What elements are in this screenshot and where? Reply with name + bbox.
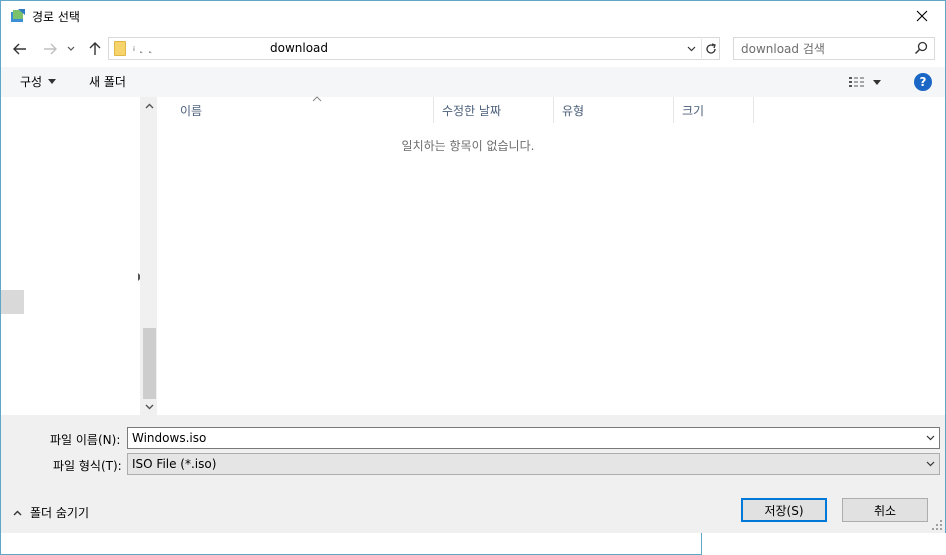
caret-down-icon [873, 79, 881, 85]
window-title: 경로 선택 [32, 10, 80, 24]
sort-ascending-icon [312, 96, 322, 102]
nav-selected-item[interactable] [1, 290, 24, 314]
chevron-down-icon [67, 46, 75, 51]
arrow-right-icon [44, 43, 57, 55]
background-window-edge [0, 533, 702, 555]
refresh-button[interactable] [701, 39, 719, 58]
filename-label: 파일 이름(N): [50, 433, 121, 447]
close-icon [916, 10, 928, 22]
forward-button[interactable] [39, 38, 61, 60]
hide-folders-toggle[interactable]: 폴더 숨기기 [13, 504, 89, 521]
column-label: 이름 [180, 103, 203, 118]
app-icon [11, 9, 25, 22]
filetype-value: ISO File (*.iso) [132, 457, 217, 471]
back-button[interactable] [9, 38, 31, 60]
arrow-up-icon [89, 42, 101, 55]
search-box[interactable] [733, 37, 935, 60]
column-header-type[interactable]: 유형 [554, 97, 674, 123]
address-bar[interactable]: ᵢ ˛ ˛ download [108, 37, 720, 60]
column-header-size[interactable]: 크기 [674, 97, 754, 123]
chevron-down-icon [926, 435, 934, 441]
column-label: 유형 [562, 103, 585, 118]
column-label: 크기 [682, 103, 705, 118]
address-prefix: ᵢ ˛ ˛ [133, 41, 153, 54]
up-button[interactable] [84, 38, 106, 60]
scrollbar-thumb[interactable] [143, 328, 156, 399]
chevron-down-icon [145, 404, 154, 409]
new-folder-label: 새 폴더 [89, 75, 126, 89]
new-folder-button[interactable]: 새 폴더 [89, 73, 126, 90]
recent-locations-button[interactable] [63, 38, 79, 60]
filename-field[interactable]: Windows.iso [127, 427, 940, 449]
address-path[interactable]: download [270, 41, 328, 55]
filename-value[interactable]: Windows.iso [132, 431, 206, 445]
filetype-label: 파일 형식(T): [53, 459, 122, 473]
filename-dropdown-button[interactable] [923, 430, 937, 446]
navigation-bar: ᵢ ˛ ˛ download [1, 35, 945, 63]
chevron-up-icon [145, 103, 154, 108]
change-view-button[interactable] [849, 72, 889, 92]
scroll-up-button[interactable] [141, 97, 158, 114]
file-options-panel: 파일 이름(N): Windows.iso 파일 형식(T): ISO File… [1, 415, 945, 533]
close-button[interactable] [899, 1, 945, 31]
folder-icon [114, 41, 126, 56]
file-list[interactable]: 이름 수정한 날짜 유형 크기 일치하는 항목이 없습니다. [158, 96, 945, 415]
chevron-down-icon [687, 46, 695, 51]
arrow-left-icon [13, 43, 26, 55]
cancel-button[interactable]: 취소 [842, 498, 928, 522]
organize-label: 구성 [20, 75, 43, 89]
help-button[interactable]: ? [914, 73, 932, 91]
chevron-down-icon [926, 461, 934, 467]
scroll-down-button[interactable] [141, 398, 158, 415]
nav-pane-scrollbar[interactable] [140, 97, 157, 415]
address-dropdown-button[interactable] [683, 39, 699, 58]
save-button[interactable]: 저장(S) [741, 498, 827, 522]
search-icon [914, 41, 928, 55]
organize-button[interactable]: 구성 [20, 73, 57, 90]
refresh-icon [705, 42, 716, 54]
navigation-pane[interactable] [1, 97, 158, 415]
hide-folders-label: 폴더 숨기기 [30, 506, 90, 520]
details-view-icon [849, 77, 864, 87]
title-bar: 경로 선택 [1, 1, 945, 31]
filetype-select[interactable]: ISO File (*.iso) [127, 453, 940, 475]
command-toolbar: 구성 새 폴더 ? [1, 67, 945, 97]
column-header-date-modified[interactable]: 수정한 날짜 [434, 97, 554, 123]
search-input[interactable] [734, 38, 910, 59]
resize-grip-icon[interactable] [932, 520, 942, 530]
column-header-name[interactable]: 이름 [172, 96, 434, 123]
filetype-dropdown-button[interactable] [923, 456, 937, 472]
chevron-up-icon [13, 510, 22, 515]
empty-list-message: 일치하는 항목이 없습니다. [401, 139, 535, 153]
column-label: 수정한 날짜 [442, 103, 502, 118]
caret-down-icon [48, 79, 57, 84]
save-dialog: 경로 선택 ᵢ ˛ ˛ download download 검색 구성 새 폴더… [0, 0, 946, 533]
